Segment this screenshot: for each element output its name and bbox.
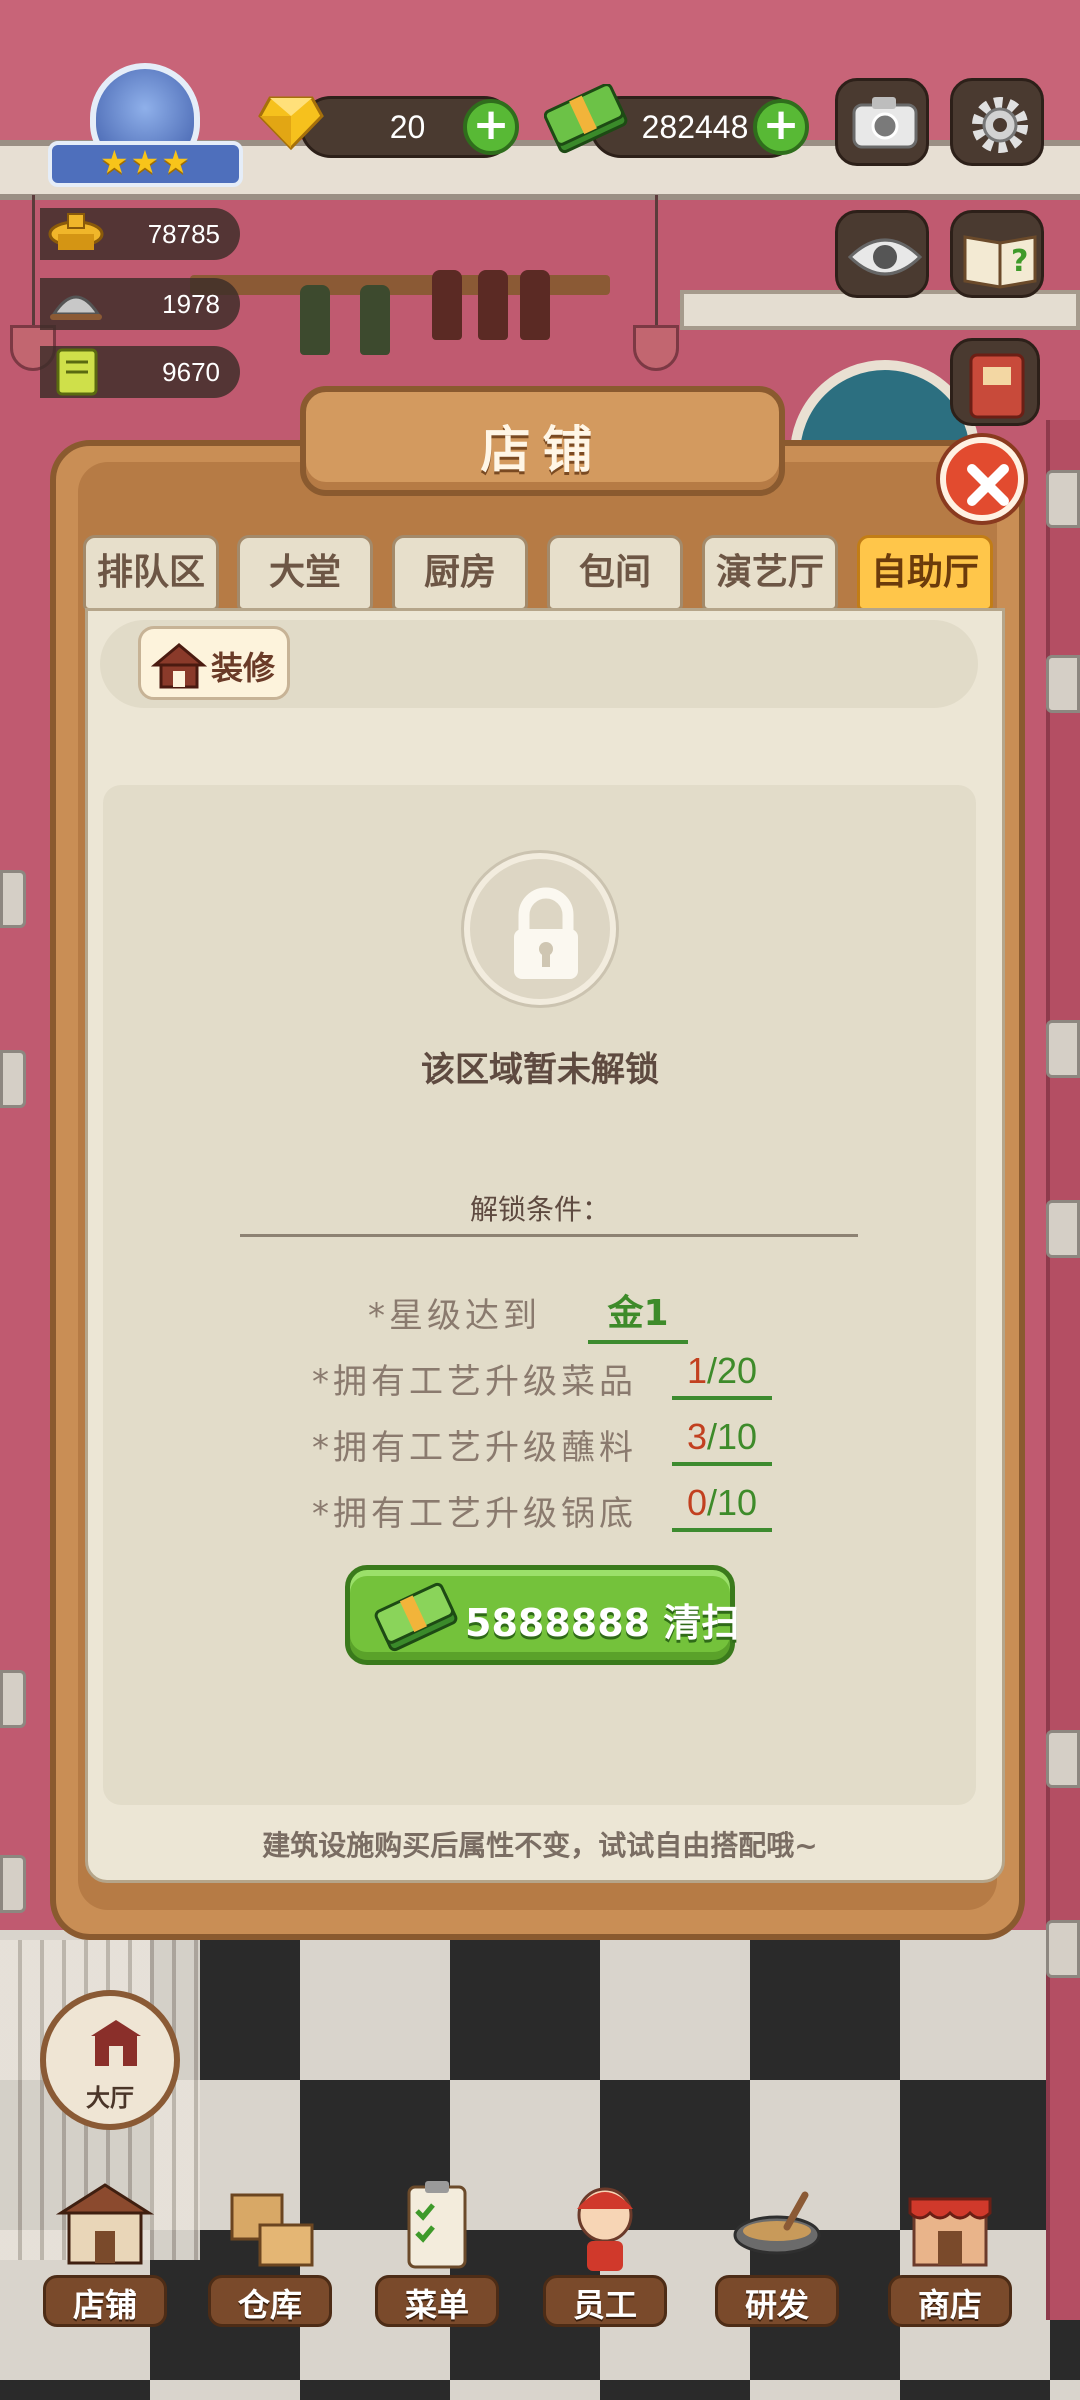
nav-research[interactable]: 研发 (707, 2175, 847, 2330)
nav-staff[interactable]: 员工 (535, 2175, 675, 2330)
nav-store-label: 商店 (917, 2286, 982, 2324)
tab-private-room[interactable]: 包间 (547, 535, 683, 611)
camera-icon (852, 97, 918, 149)
cardboard-boxes-icon (230, 2193, 314, 2267)
hotpot-count: 78785 (147, 219, 220, 249)
wall-panel (0, 870, 26, 928)
close-icon (967, 464, 1009, 506)
lamp-cord (32, 195, 35, 325)
camera-button[interactable] (835, 78, 929, 166)
wall-panel (1046, 1730, 1080, 1788)
recipe-book-button[interactable] (950, 338, 1040, 426)
footer-tip: 建筑设施购买后属性不变，试试自由搭配哦~ (262, 1829, 818, 1862)
bottle-decoration (432, 270, 462, 340)
tray-count: 1978 (162, 289, 220, 319)
requirement-progress: 1/20 (672, 1350, 772, 1400)
tab-buffet-hall[interactable]: 自助厅 (857, 535, 993, 611)
add-cash-button[interactable]: + (753, 99, 809, 155)
wall-panel (0, 1670, 26, 1728)
progress-target: /20 (706, 1350, 758, 1391)
progress-current: 0 (686, 1482, 707, 1523)
hot-pot-icon (48, 213, 104, 250)
market-stall-icon (908, 2197, 992, 2267)
clean-cost: 5888888 (465, 1601, 651, 1645)
pendant-lamp (633, 325, 679, 371)
tab-lobby[interactable]: 大堂 (237, 535, 373, 611)
decorate-label: 装修 (211, 649, 276, 687)
gear-icon (972, 97, 1028, 153)
tab-kitchen[interactable]: 厨房 (392, 535, 528, 611)
cooking-pot-icon (733, 2191, 821, 2255)
requirement-label: *拥有工艺升级锅底 (312, 1494, 637, 1534)
gem-icon (258, 96, 324, 151)
resource-tray: 1978 (40, 278, 240, 330)
wall-panel (1046, 655, 1080, 713)
menu-count: 9670 (162, 357, 220, 387)
unlock-conditions-title: 解锁条件： (469, 1193, 610, 1226)
requirement-star-value: 金1 (588, 1284, 688, 1344)
view-toggle-button[interactable] (835, 210, 929, 298)
clean-text: 清扫 (663, 1601, 740, 1645)
cash-stack-icon (374, 1582, 458, 1652)
progress-target: /10 (706, 1416, 758, 1457)
nav-staff-label: 员工 (572, 2286, 637, 2324)
storefront-icon (55, 2183, 155, 2265)
settings-button[interactable] (950, 78, 1044, 166)
requirement-label: *星级达到 (368, 1296, 541, 1336)
requirement-progress: 0/10 (672, 1482, 772, 1532)
clean-button-label: 5888888 清扫 (465, 1592, 739, 1647)
divider (240, 1234, 858, 1237)
hall-button[interactable]: 大厅 (40, 1990, 180, 2130)
decorate-button[interactable]: 装修 (138, 626, 290, 700)
close-button[interactable] (940, 437, 1024, 521)
clipboard-checklist-icon (407, 2181, 467, 2269)
requirement-progress: 3/10 (672, 1416, 772, 1466)
tab-performance-hall[interactable]: 演艺厅 (702, 535, 838, 611)
progress-target: /10 (706, 1482, 758, 1523)
clean-button[interactable]: 5888888 清扫 (345, 1565, 739, 1665)
nav-menu[interactable]: 菜单 (367, 2175, 507, 2330)
progress-current: 3 (686, 1416, 707, 1457)
svg-text:?: ? (1011, 244, 1028, 279)
wall-panel (1046, 1920, 1080, 1978)
bottle-decoration (360, 285, 390, 355)
resource-menu: 9670 (40, 346, 240, 398)
dialog-title: 店铺 (480, 421, 605, 479)
menu-book-icon (56, 348, 98, 396)
help-book-icon: ? (963, 235, 1037, 289)
padlock-icon (514, 887, 578, 979)
locked-message: 该区域暂未解锁 (421, 1050, 659, 1090)
hall-button-label: 大厅 (86, 2084, 134, 2112)
nav-menu-label: 菜单 (404, 2286, 469, 2324)
nav-shop-label: 店铺 (72, 2286, 137, 2324)
resource-hotpot: 78785 (40, 208, 240, 260)
restaurant-building-icon (91, 2020, 141, 2066)
house-icon (151, 643, 207, 689)
tab-queue-area[interactable]: 排队区 (83, 535, 219, 611)
cash-stack-icon (544, 84, 628, 154)
nav-store[interactable]: 商店 (880, 2175, 1020, 2330)
nav-warehouse[interactable]: 仓库 (200, 2175, 340, 2330)
add-gems-button[interactable]: + (463, 99, 519, 155)
bottle-decoration (478, 270, 508, 340)
serving-tray-icon (50, 295, 102, 320)
nav-warehouse-label: 仓库 (237, 2286, 302, 2324)
star-rank-badge[interactable]: ★★★ (48, 55, 243, 195)
lamp-cord (655, 195, 658, 325)
requirement-label: *拥有工艺升级菜品 (312, 1362, 637, 1402)
nav-shop[interactable]: 店铺 (35, 2175, 175, 2330)
red-book-icon (969, 353, 1025, 419)
dialog-title-plaque: 店铺 (300, 386, 785, 496)
requirement-label: *拥有工艺升级蘸料 (312, 1428, 637, 1468)
waiter-girl-icon (577, 2187, 633, 2271)
nav-research-label: 研发 (744, 2286, 809, 2324)
progress-current: 1 (686, 1350, 707, 1391)
bottle-decoration (300, 285, 330, 355)
wall-panel (1046, 470, 1080, 528)
guide-book-button[interactable]: ? (950, 210, 1044, 298)
rank-stars: ★★★ (99, 143, 193, 181)
eye-icon (847, 238, 923, 276)
bottle-decoration (520, 270, 550, 340)
lock-badge (464, 853, 616, 1005)
